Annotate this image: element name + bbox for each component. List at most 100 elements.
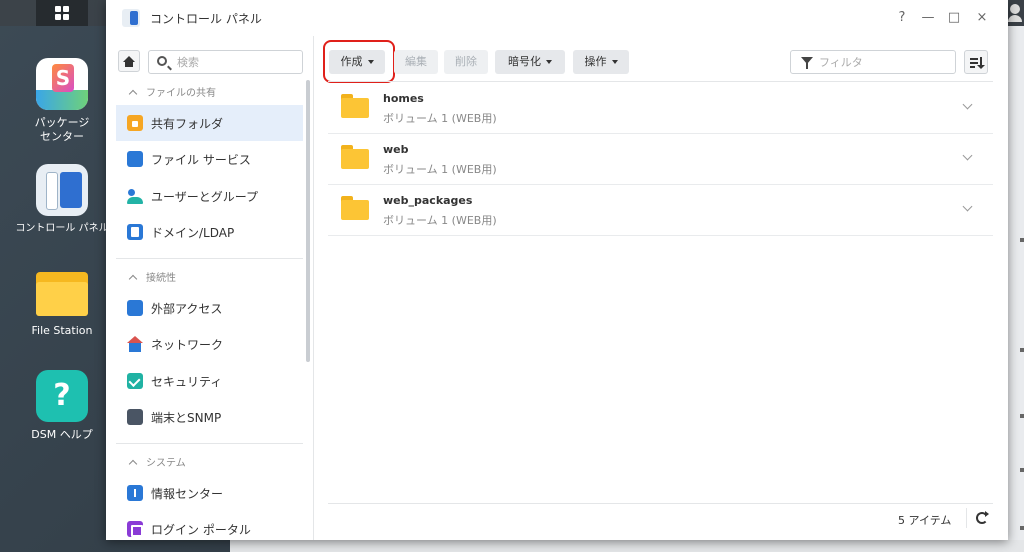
filter-icon [801,57,813,69]
sort-button[interactable] [964,50,988,74]
control-panel-icon [36,164,88,216]
folder-name: web_packages [383,194,473,207]
group-header-connectivity[interactable]: 接続性 [128,269,176,284]
create-label: 作成 [340,55,363,68]
package-center-icon [36,58,88,110]
divider [966,508,967,528]
sidebar-item-label: ユーザーとグループ [151,189,259,204]
desktop-item-label: DSM ヘルプ [31,428,93,441]
sidebar-item-label: ログイン ポータル [151,522,251,537]
item-count: 5 アイテム [898,514,952,527]
sidebar-item-external-access[interactable]: 外部アクセス [116,290,303,326]
encrypt-button[interactable]: 暗号化 [495,50,565,74]
login-portal-icon [127,521,143,537]
background-window-edge [230,540,1024,552]
action-button[interactable]: 操作 [573,50,629,74]
external-access-icon [127,300,143,316]
folder-row[interactable]: web_packages ボリューム 1 (WEB用) [328,185,993,236]
caret-down-icon [611,60,618,64]
desktop-item-file-station[interactable]: File Station [2,266,122,338]
sidebar-item-terminal-snmp[interactable]: 端末とSNMP [116,399,303,435]
domain-ldap-icon [127,224,143,240]
edit-button[interactable]: 編集 [394,50,438,74]
delete-button[interactable]: 削除 [444,50,488,74]
divider [328,503,993,504]
divider [116,443,303,444]
network-icon [127,336,143,352]
users-groups-icon [127,188,143,204]
minimize-button[interactable]: — [918,8,938,28]
folder-row[interactable]: web ボリューム 1 (WEB用) [328,134,993,185]
control-panel-icon [122,9,140,27]
folder-location: ボリューム 1 (WEB用) [383,163,497,176]
shared-folder-icon [127,115,143,131]
desktop-item-dsm-help[interactable]: ? DSM ヘルプ [2,370,122,442]
window-titlebar[interactable]: コントロール パネル ? — □ × [106,0,1008,36]
sidebar: ファイルの共有 共有フォルダ ファイル サービス ユーザーとグループ ドメイン/… [106,36,314,540]
group-title: 接続性 [146,273,176,284]
close-button[interactable]: × [972,8,992,28]
folder-row[interactable]: homes ボリューム 1 (WEB用) [328,83,993,134]
folder-name: web [383,143,409,156]
sidebar-item-users-groups[interactable]: ユーザーとグループ [116,178,303,214]
terminal-icon [127,409,143,425]
info-icon [127,485,143,501]
chevron-up-icon [128,459,138,469]
create-button[interactable]: 作成 [329,50,385,74]
sidebar-item-shared-folder[interactable]: 共有フォルダ [116,105,303,141]
chevron-up-icon [128,89,138,99]
home-button[interactable] [118,50,140,72]
sidebar-item-login-portal[interactable]: ログイン ポータル [116,511,303,540]
chevron-down-icon[interactable] [962,150,973,161]
desktop-item-control-panel[interactable]: コントロール パネル [2,164,122,236]
edit-label: 編集 [405,55,427,68]
group-header-file-sharing[interactable]: ファイルの共有 [128,84,216,99]
desktop-item-package-center[interactable]: パッケージ センター [2,58,122,144]
home-icon [123,55,135,67]
sidebar-item-security[interactable]: セキュリティ [116,363,303,399]
help-button[interactable]: ? [892,8,912,28]
main-menu-button[interactable] [36,0,88,26]
grid-icon [55,6,69,20]
sidebar-item-label: ネットワーク [151,337,224,352]
sidebar-item-info-center[interactable]: 情報センター [116,475,303,511]
desktop-item-label: コントロール パネル [15,223,109,234]
chevron-down-icon[interactable] [962,99,973,110]
desktop-item-label: File Station [31,324,93,337]
delete-label: 削除 [455,55,477,68]
sidebar-search [148,50,303,74]
file-services-icon [127,151,143,167]
control-panel-window: コントロール パネル ? — □ × ファイルの共有 共有フォルダ ファイル サ… [106,0,1008,540]
filter-input[interactable] [819,54,949,70]
main-panel: 作成 編集 削除 暗号化 操作 homes ボリューム 1 (WEB用) web… [314,36,1008,540]
refresh-icon[interactable] [976,511,989,524]
folder-icon [341,196,369,220]
folder-icon [341,145,369,169]
chevron-down-icon[interactable] [962,201,973,212]
sidebar-item-file-services[interactable]: ファイル サービス [116,141,303,177]
sidebar-item-label: 外部アクセス [151,301,223,316]
caret-down-icon [546,60,552,64]
maximize-button[interactable]: □ [944,8,964,28]
sidebar-item-network[interactable]: ネットワーク [116,326,303,362]
filter-box [790,50,956,74]
sidebar-item-label: ファイル サービス [151,152,251,167]
desktop-item-label: パッケージ センター [34,116,90,143]
sidebar-item-label: 端末とSNMP [151,410,222,425]
divider [328,81,993,82]
search-input[interactable] [177,54,297,70]
group-header-system[interactable]: システム [128,454,186,469]
sidebar-item-label: ドメイン/LDAP [151,225,235,240]
sidebar-item-label: 情報センター [151,486,224,501]
sidebar-item-label: 共有フォルダ [151,116,224,131]
encrypt-label: 暗号化 [508,55,541,68]
file-station-icon [36,266,88,318]
folder-icon [341,94,369,118]
divider [116,258,303,259]
sidebar-scrollbar[interactable] [306,80,310,362]
folder-name: homes [383,92,424,105]
folder-location: ボリューム 1 (WEB用) [383,214,497,227]
user-icon[interactable] [1006,0,1024,26]
chevron-up-icon [128,274,138,284]
sidebar-item-domain-ldap[interactable]: ドメイン/LDAP [116,214,303,250]
